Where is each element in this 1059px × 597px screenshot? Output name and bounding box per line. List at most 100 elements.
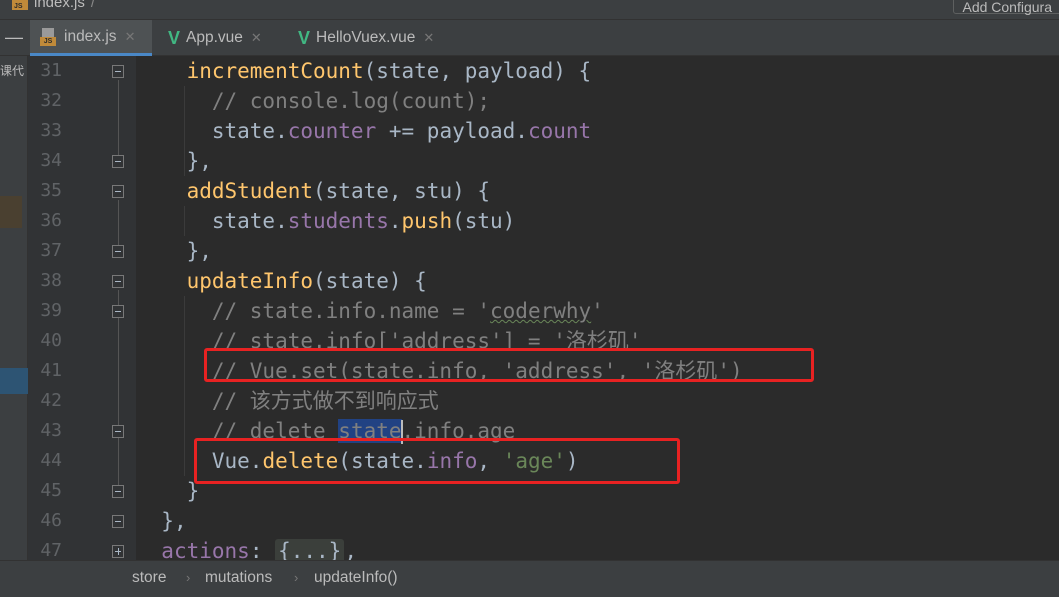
- fold-toggle-icon[interactable]: [112, 185, 124, 198]
- line-number: 37: [40, 240, 62, 261]
- close-icon[interactable]: ✕: [251, 30, 262, 46]
- property: count: [527, 119, 592, 143]
- close-icon[interactable]: ✕: [125, 29, 136, 45]
- line-number: 34: [40, 150, 62, 171]
- method-name: updateInfo: [186, 269, 314, 293]
- vue-file-icon: V: [168, 28, 181, 48]
- code-line[interactable]: incrementCount(state, payload) {: [136, 56, 592, 86]
- line-number: 36: [40, 210, 62, 231]
- code-text: },: [161, 509, 187, 533]
- line-number: 42: [40, 390, 62, 411]
- tab-label: HelloVuex.vue: [316, 29, 416, 46]
- line-number: 35: [40, 180, 62, 201]
- fold-toggle-icon[interactable]: [112, 275, 124, 288]
- line-number: 45: [40, 480, 62, 501]
- code-line[interactable]: // console.log(count);: [136, 86, 490, 116]
- breadcrumb-item[interactable]: updateInfo(): [314, 561, 398, 595]
- line-number-gutter: 31 32 33 34 35 36 37 38 39 40 41 42 43 4…: [28, 56, 136, 561]
- line-number: 44: [40, 450, 62, 471]
- property: counter: [287, 119, 377, 143]
- method-name: incrementCount: [186, 59, 364, 83]
- fold-guide: [118, 200, 119, 248]
- collapse-panel-icon[interactable]: —: [0, 20, 28, 56]
- editor-tabs: — JS index.js ✕ V App.vue ✕ V HelloVuex.…: [0, 20, 1059, 56]
- comment-text: // 该方式做不到响应式: [211, 389, 439, 413]
- code-line[interactable]: }: [136, 476, 200, 506]
- highlight-box: [204, 348, 814, 382]
- method-name: push: [401, 209, 453, 233]
- line-number: 43: [40, 420, 62, 441]
- chevron-right-icon: ›: [294, 570, 299, 585]
- panel-selection-marker: [0, 368, 28, 394]
- tab-index-js[interactable]: JS index.js ✕: [30, 20, 152, 56]
- code-line[interactable]: // state.info.name = 'coderwhy': [136, 296, 604, 326]
- code-editor[interactable]: incrementCount(state, payload) { // cons…: [136, 56, 1059, 563]
- line-number: 32: [40, 90, 62, 111]
- fold-guide: [118, 80, 119, 158]
- comment-text: // console.log(count);: [211, 89, 491, 113]
- path-separator: /: [90, 0, 96, 11]
- line-number: 39: [40, 300, 62, 321]
- code-line[interactable]: },: [136, 506, 187, 536]
- code-line[interactable]: // 该方式做不到响应式: [136, 386, 439, 416]
- chevron-right-icon: ›: [186, 570, 191, 585]
- line-number: 46: [40, 510, 62, 531]
- current-file-path: JS index.js /: [12, 0, 95, 11]
- project-panel-label[interactable]: 课代: [0, 62, 24, 79]
- code-line[interactable]: },: [136, 236, 212, 266]
- tab-hellovuex-vue[interactable]: V HelloVuex.vue ✕: [288, 20, 458, 56]
- fold-toggle-icon[interactable]: [112, 245, 124, 258]
- tab-label: index.js: [64, 27, 117, 45]
- breadcrumb-item[interactable]: store: [132, 561, 166, 595]
- add-configuration-button[interactable]: Add Configura: [953, 0, 1059, 15]
- title-bar: JS index.js / Add Configura: [0, 0, 1059, 20]
- fold-expand-icon[interactable]: [112, 545, 124, 558]
- code-line[interactable]: },: [136, 146, 212, 176]
- js-file-icon: JS: [40, 27, 60, 46]
- fold-toggle-icon[interactable]: [112, 515, 124, 528]
- js-file-icon: JS: [12, 0, 28, 10]
- fold-toggle-icon[interactable]: [112, 485, 124, 498]
- method-name: addStudent: [186, 179, 314, 203]
- code-line[interactable]: state.students.push(stu): [136, 206, 515, 236]
- highlight-box: [194, 438, 680, 484]
- code-line[interactable]: addStudent(state, stu) {: [136, 176, 490, 206]
- panel-marker: [0, 196, 22, 228]
- close-icon[interactable]: ✕: [423, 30, 434, 46]
- fold-toggle-icon[interactable]: [112, 305, 124, 318]
- current-file-name: index.js: [34, 0, 85, 11]
- line-number: 41: [40, 360, 62, 381]
- line-number: 40: [40, 330, 62, 351]
- breadcrumb-item[interactable]: mutations: [205, 561, 272, 595]
- tab-app-vue[interactable]: V App.vue ✕: [158, 20, 282, 56]
- fold-toggle-icon[interactable]: [112, 155, 124, 168]
- code-line[interactable]: state.counter += payload.count: [136, 116, 591, 146]
- fold-toggle-icon[interactable]: [112, 65, 124, 78]
- fold-toggle-icon[interactable]: [112, 425, 124, 438]
- tab-label: App.vue: [186, 29, 243, 46]
- code-line[interactable]: updateInfo(state) {: [136, 266, 427, 296]
- line-number: 31: [40, 60, 62, 81]
- line-number: 33: [40, 120, 62, 141]
- line-number: 38: [40, 270, 62, 291]
- vue-file-icon: V: [298, 28, 311, 48]
- property: students: [287, 209, 389, 233]
- code-text: },: [186, 239, 212, 263]
- project-tool-strip: 课代: [0, 56, 28, 597]
- breadcrumb: store › mutations › updateInfo(): [0, 560, 1059, 597]
- fold-guide: [118, 290, 119, 488]
